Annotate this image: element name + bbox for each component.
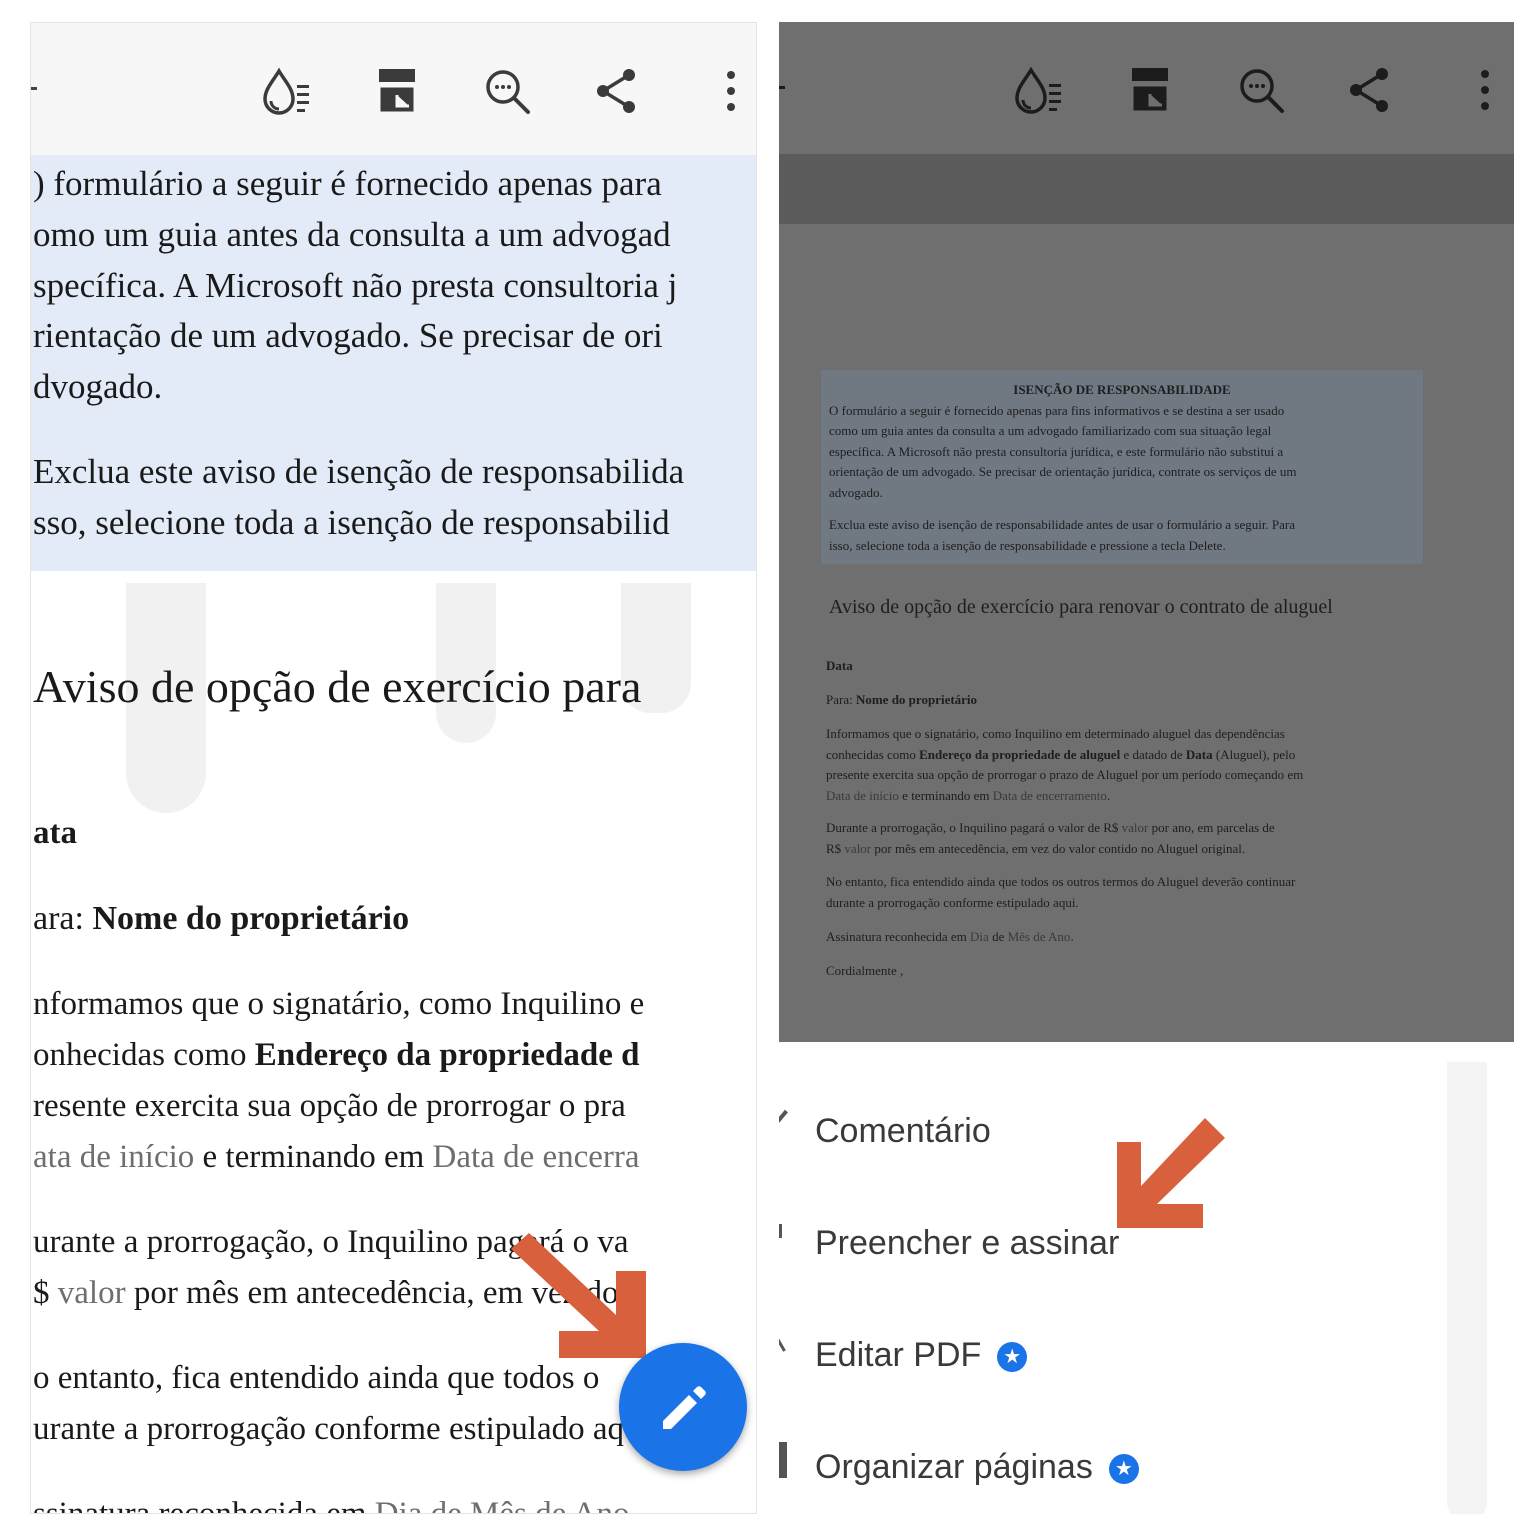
menu-item-edit-pdf[interactable]: Editar PDF ★	[815, 1336, 1028, 1375]
dimmed-header-band	[779, 154, 1514, 224]
back-button-fragment[interactable]	[31, 87, 37, 90]
disclaimer-line: Exclua este aviso de isenção de responsa…	[33, 452, 685, 491]
menu-item-comment[interactable]: Comentário	[815, 1112, 991, 1151]
annotation-arrow	[1117, 1118, 1225, 1228]
disclaimer-line: sso, selecione toda a isenção de respons…	[33, 503, 670, 542]
liquid-mode-icon[interactable]	[1011, 62, 1067, 118]
recipient-line: ara: Nome do proprietário	[33, 900, 410, 937]
share-icon[interactable]	[589, 63, 645, 119]
document-title: Aviso de opção de exercício para renovar…	[829, 596, 1333, 618]
paragraph-line: resente exercita sua opção de prorrogar …	[33, 1088, 626, 1124]
top-toolbar	[31, 23, 756, 155]
search-icon[interactable]	[479, 63, 535, 119]
disclaimer-line: orientação de um advogado. Se precisar d…	[829, 464, 1297, 479]
date-label: ata	[33, 815, 77, 851]
disclaimer-line: específica. A Microsoft não presta consu…	[829, 443, 1284, 459]
paragraph-line: ata de início e terminando em Data de en…	[33, 1139, 640, 1175]
more-options-icon[interactable]	[1457, 62, 1513, 118]
dimmed-document-overlay[interactable]: ISENÇÃO DE RESPONSABILIDADE O formulário…	[779, 154, 1514, 1042]
disclaimer-line: isso, selecione toda a isenção de respon…	[829, 537, 1226, 553]
menu-item-fill-and-sign[interactable]: Preencher e assinar	[815, 1224, 1119, 1263]
premium-star-icon: ★	[1108, 1454, 1139, 1485]
disclaimer-line: rientação de um advogado. Se precisar de…	[33, 316, 663, 355]
disclaimer-line: specífica. A Microsoft não presta consul…	[33, 266, 678, 305]
annotation-arrow	[511, 1233, 646, 1358]
search-icon[interactable]	[1233, 62, 1289, 118]
right-document-view: ISENÇÃO DE RESPONSABILIDADE O formulário…	[779, 22, 1514, 1514]
paragraph-line: ssinatura reconhecida em Dia de Mês de A…	[33, 1496, 630, 1514]
paragraph-line: onhecidas como Endereço da propriedade d	[33, 1037, 640, 1073]
paragraph: No entanto, fica entendido ainda que tod…	[826, 874, 1296, 910]
edit-pdf-icon	[779, 1334, 793, 1352]
disclaimer-line: dvogado.	[33, 367, 163, 406]
share-icon[interactable]	[1342, 62, 1398, 118]
back-button-fragment[interactable]	[779, 86, 785, 89]
background-watermark	[1447, 1062, 1487, 1514]
menu-item-organize-pages[interactable]: Organizar páginas ★	[815, 1448, 1139, 1487]
disclaimer-line: como um guia antes da consulta a um advo…	[829, 423, 1272, 438]
liquid-mode-icon[interactable]	[259, 63, 315, 119]
organize-pages-icon	[779, 1442, 787, 1478]
closing-line: Cordialmente ,	[826, 963, 904, 978]
date-label: Data	[826, 658, 853, 673]
paragraph: Informamos que o signatário, como Inquil…	[826, 726, 1304, 803]
disclaimer-line: ) formulário a seguir é fornecido apenas…	[33, 164, 662, 203]
disclaimer-highlight: ISENÇÃO DE RESPONSABILIDADE O formulário…	[821, 370, 1423, 564]
disclaimer-line: Exclua este aviso de isenção de responsa…	[829, 517, 1296, 532]
disclaimer-title: ISENÇÃO DE RESPONSABILIDADE	[1013, 382, 1231, 397]
disclaimer-line: advogado.	[829, 484, 883, 500]
edit-bottom-sheet-menu: Comentário Preencher e assinar Editar PD…	[779, 1042, 1514, 1514]
page-view-icon[interactable]	[1122, 62, 1178, 118]
page-view-icon[interactable]	[369, 63, 425, 119]
document-title: Aviso de opção de exercício para	[33, 661, 642, 712]
paragraph: Durante a prorrogação, o Inquilino pagar…	[826, 820, 1275, 856]
more-options-icon[interactable]	[703, 63, 756, 119]
top-toolbar-dimmed	[779, 22, 1514, 154]
signature-line: Assinatura reconhecida em Dia de Mês de …	[826, 929, 1074, 944]
paragraph-line: urante a prorrogação conforme estipulado…	[33, 1411, 624, 1447]
left-document-view: ) formulário a seguir é fornecido apenas…	[30, 22, 757, 1514]
premium-star-icon: ★	[997, 1342, 1028, 1373]
fill-sign-icon	[779, 1224, 790, 1238]
disclaimer-line: omo um guia antes da consulta a um advog…	[33, 215, 671, 254]
paragraph-line: nformamos que o signatário, como Inquili…	[33, 986, 645, 1022]
edit-fab-button[interactable]	[619, 1343, 747, 1471]
disclaimer-line: O formulário a seguir é fornecido apenas…	[829, 402, 1285, 418]
comment-icon	[779, 1109, 795, 1129]
edit-pencil-icon	[663, 1386, 706, 1429]
recipient-line: Para: Nome do proprietário	[826, 692, 978, 707]
